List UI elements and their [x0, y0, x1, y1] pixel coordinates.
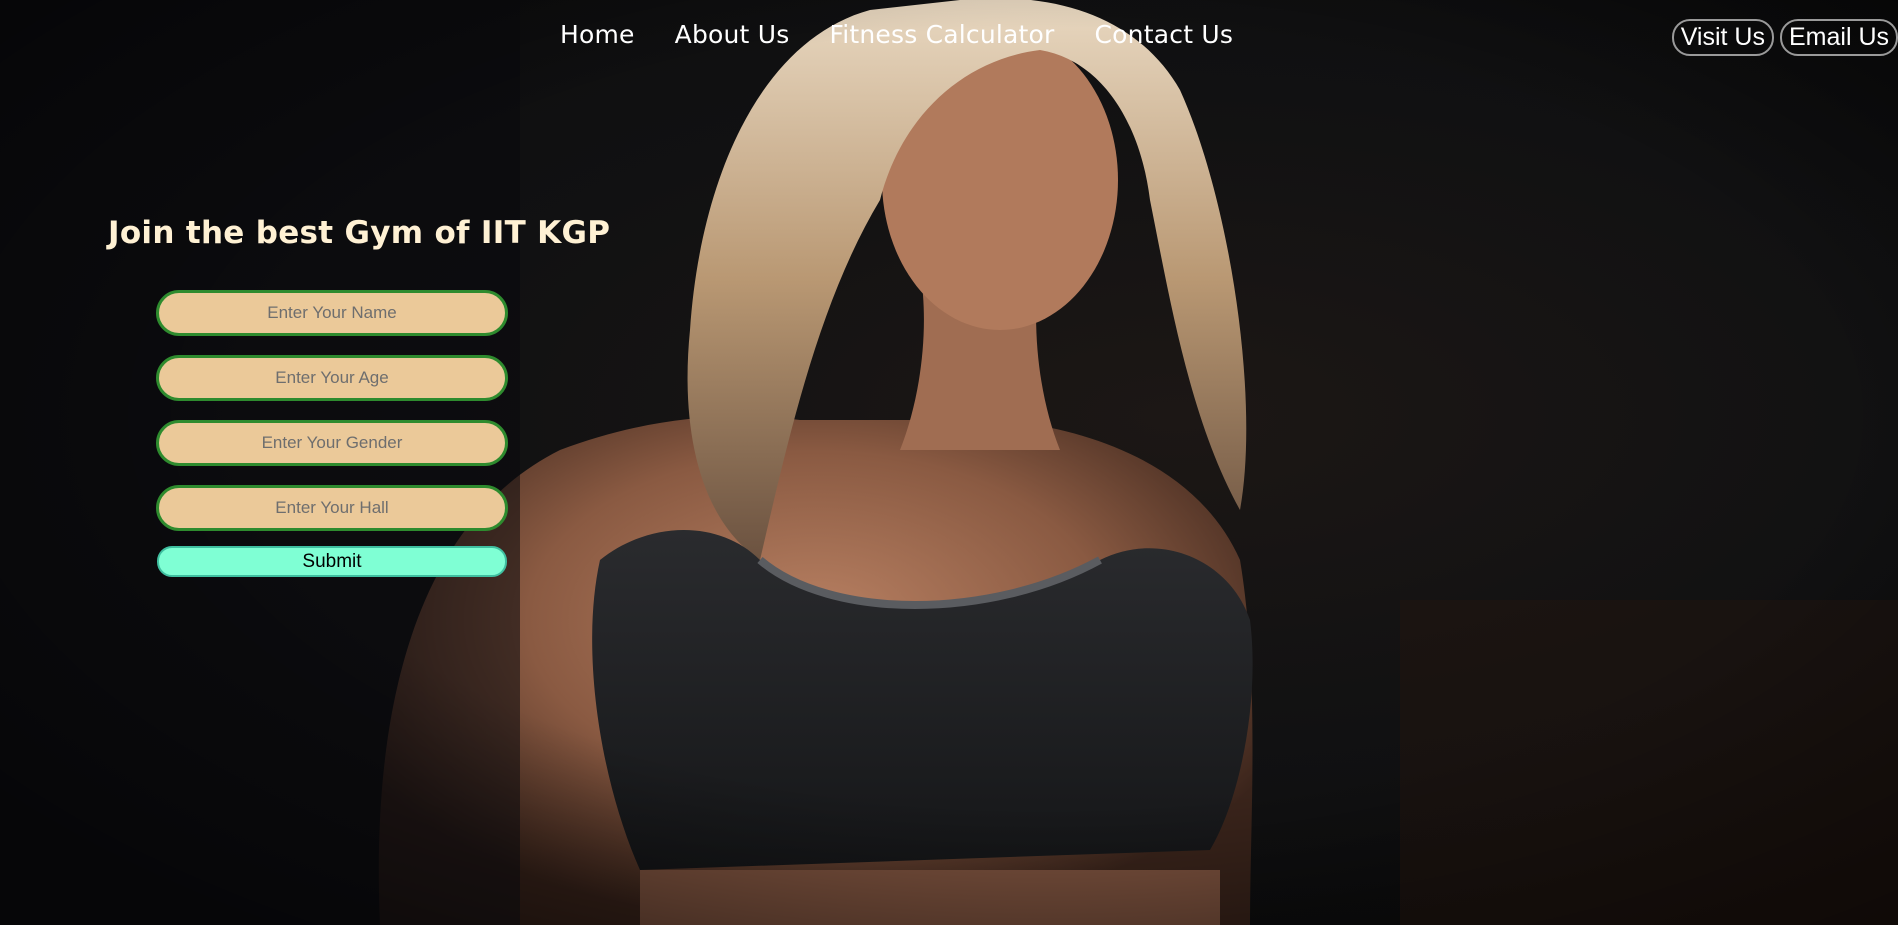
name-input[interactable] — [156, 290, 508, 336]
age-input[interactable] — [156, 355, 508, 401]
page-title: Join the best Gym of IIT KGP — [108, 215, 611, 251]
email-us-button[interactable]: Email Us — [1779, 19, 1898, 56]
hall-input[interactable] — [156, 485, 508, 531]
nav-links: Home About Us Fitness Calculator Contact… — [560, 20, 1233, 49]
registration-form: Submit — [156, 290, 508, 577]
visit-us-button[interactable]: Visit Us — [1671, 19, 1774, 56]
nav-link-contact-us[interactable]: Contact Us — [1095, 20, 1234, 49]
submit-button[interactable]: Submit — [157, 546, 507, 577]
nav-action-buttons: Visit Us Email Us — [1671, 19, 1898, 56]
nav-link-fitness-calculator[interactable]: Fitness Calculator — [829, 20, 1054, 49]
nav-link-about-us[interactable]: About Us — [675, 20, 790, 49]
page: Home About Us Fitness Calculator Contact… — [0, 0, 1898, 925]
top-navigation: Home About Us Fitness Calculator Contact… — [0, 18, 1898, 58]
gender-input[interactable] — [156, 420, 508, 466]
nav-link-home[interactable]: Home — [560, 20, 635, 49]
